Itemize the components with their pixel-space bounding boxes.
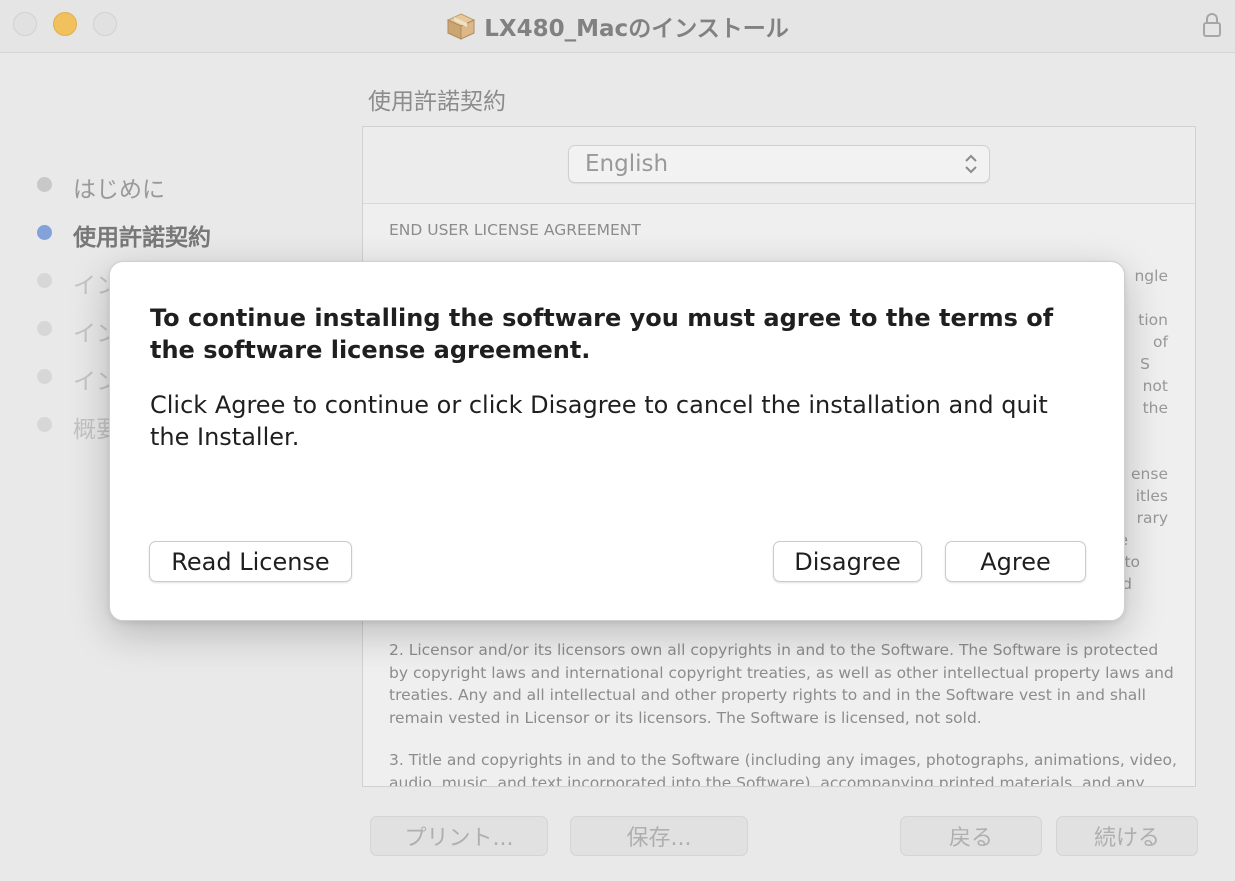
dialog-message: Click Agree to continue or click Disagre…: [150, 391, 1048, 451]
read-license-button[interactable]: Read License: [149, 541, 352, 582]
agree-button[interactable]: Agree: [945, 541, 1086, 582]
disagree-button[interactable]: Disagree: [773, 541, 922, 582]
license-agreement-sheet: To continue installing the software you …: [109, 261, 1125, 621]
dialog-heading: To continue installing the software you …: [150, 304, 1054, 364]
installer-window: LX480_Macのインストール はじめに 使用許諾契約 イン イン イン 概要…: [0, 0, 1235, 881]
